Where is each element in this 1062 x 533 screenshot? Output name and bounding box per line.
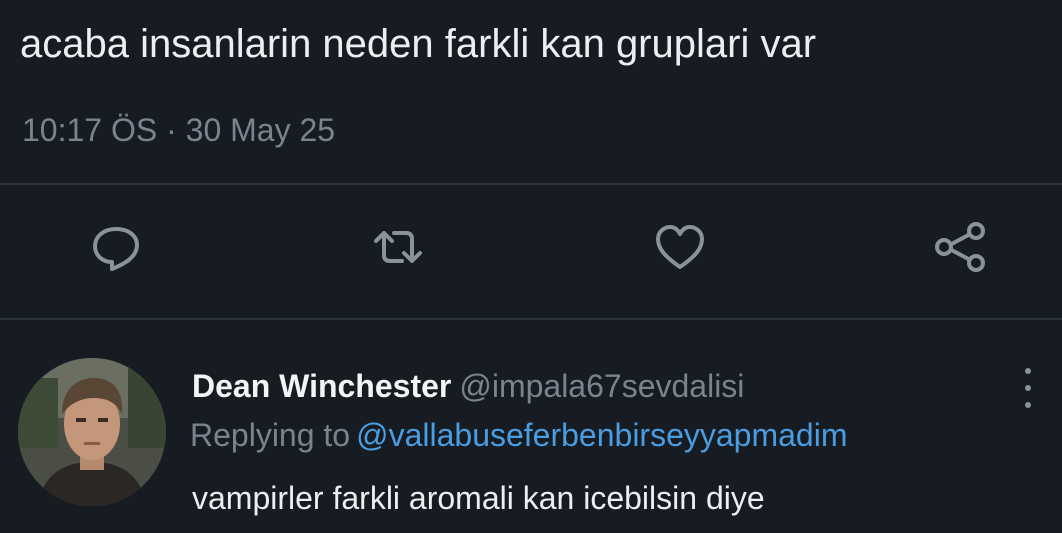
reply-tweet[interactable]: Dean Winchester @impala67sevdalisi Replyi… (0, 320, 1062, 533)
reply-text: vampirler farkli aromali kan icebilsin d… (192, 480, 765, 516)
replying-to-handle[interactable]: @vallabuseferbenbirseyyapmadim (356, 417, 847, 453)
reply-header: Dean Winchester @impala67sevdalisi (192, 366, 744, 406)
author-handle[interactable]: @impala67sevdalisi (459, 368, 744, 404)
vertical-ellipsis-icon (1025, 368, 1031, 374)
replying-to-label: Replying to (190, 417, 351, 453)
speech-bubble-icon (93, 227, 139, 271)
avatar-photo (18, 358, 166, 506)
heart-icon (656, 225, 704, 269)
tweet-action-bar (0, 185, 1062, 318)
reply-button[interactable] (86, 217, 146, 277)
share-nodes-icon (935, 222, 985, 272)
vertical-ellipsis-icon-dot (1025, 402, 1031, 408)
author-name[interactable]: Dean Winchester (192, 368, 451, 404)
more-options-button[interactable] (1010, 368, 1046, 408)
vertical-ellipsis-icon-dot (1025, 385, 1031, 391)
retweet-arrows-icon (374, 231, 422, 263)
like-button[interactable] (650, 217, 710, 277)
replying-to-line: Replying to @vallabuseferbenbirseyyapmadi… (190, 415, 847, 455)
tweet-text: acaba insanlarin neden farkli kan grupla… (20, 22, 817, 66)
avatar[interactable] (18, 358, 166, 506)
tweet-timestamp: 10:17 ÖS · 30 May 25 (22, 112, 336, 148)
retweet-button[interactable] (368, 217, 428, 277)
share-button[interactable] (930, 217, 990, 277)
